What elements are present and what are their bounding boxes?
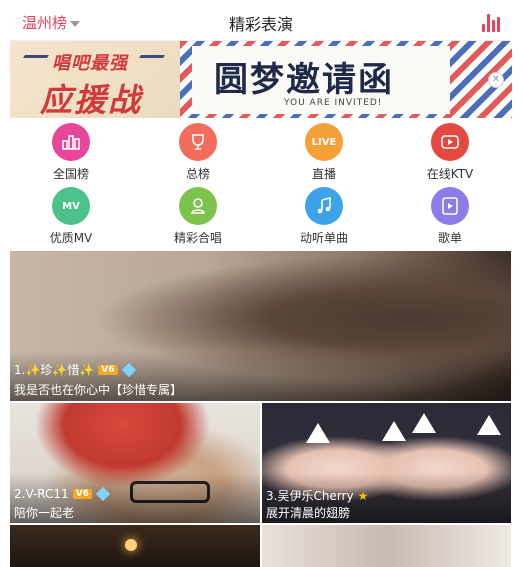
video-rank-label: 1.✨珍✨惜✨: [14, 363, 95, 377]
podium-icon: [52, 123, 90, 161]
vip-level-badge: V6: [72, 489, 92, 499]
video-rank-title: 1.✨珍✨惜✨ V6: [14, 361, 136, 378]
playlist-icon: [431, 187, 469, 225]
category-online-ktv[interactable]: 在线KTV: [405, 123, 495, 182]
category-quality-mv[interactable]: MV 优质MV: [26, 187, 116, 246]
category-playlist[interactable]: 歌单: [405, 187, 495, 246]
banner-card: 圆梦邀请函 YOU ARE INVITED!: [192, 46, 450, 114]
live-icon: LIVE: [305, 123, 343, 161]
mv-icon: MV: [52, 187, 90, 225]
category-label: 精彩合唱: [173, 231, 222, 245]
cat-ear-sticker: [412, 413, 436, 433]
category-total-chart[interactable]: 总榜: [153, 123, 243, 182]
video-description: 展开清晨的翅膀: [266, 506, 351, 520]
bar-chart-icon[interactable]: [482, 12, 504, 32]
banner-headline: 应援战: [40, 81, 143, 118]
close-icon[interactable]: ✕: [488, 72, 504, 88]
category-grid: 全国榜 总榜 LIVE 直播 在线KTV MV 优质MV 精彩合唱 动听单曲 歌…: [0, 118, 522, 250]
music-note-icon: [305, 187, 343, 225]
category-label: 在线KTV: [426, 167, 474, 181]
play-video-icon: [431, 123, 469, 161]
category-label: 全国榜: [52, 167, 89, 181]
category-single-songs[interactable]: 动听单曲: [279, 187, 369, 246]
cat-ear-sticker: [306, 423, 330, 443]
video-rank-title: 3.吴伊乐Cherry ★: [266, 487, 368, 504]
banner-sub-text: YOU ARE INVITED!: [284, 98, 383, 108]
category-duet[interactable]: 精彩合唱: [153, 187, 243, 246]
banner-envelope: 圆梦邀请函 YOU ARE INVITED!: [180, 41, 512, 118]
page-title: 精彩表演: [228, 15, 293, 34]
banner-decoration: [23, 55, 49, 58]
category-label: 直播: [311, 167, 336, 181]
banner-main-text: 圆梦邀请函: [214, 60, 394, 100]
diamond-icon: [121, 362, 136, 377]
trophy-icon: [179, 123, 217, 161]
category-national-chart[interactable]: 全国榜: [26, 123, 116, 182]
category-label: 总榜: [185, 167, 210, 181]
video-description: 陪你一起老: [14, 506, 75, 520]
video-rank-label: 3.吴伊乐Cherry: [266, 489, 354, 503]
cat-ear-sticker: [477, 415, 501, 435]
duet-icon: [179, 187, 217, 225]
promo-banner[interactable]: 唱吧最强 应援战 圆梦邀请函 YOU ARE INVITED! ✕: [10, 40, 512, 118]
video-rank-title: 2.V-RC11 V6: [14, 486, 110, 502]
video-tile[interactable]: [10, 525, 260, 567]
category-label: 优质MV: [49, 231, 93, 245]
banner-decoration: [139, 55, 165, 58]
video-thumbnail-detail: [125, 539, 137, 551]
video-tile[interactable]: 1.✨珍✨惜✨ V6 我是否也在你心中【珍惜专属】: [10, 251, 511, 401]
video-description: 我是否也在你心中【珍惜专属】: [14, 383, 183, 397]
category-label: 动听单曲: [299, 231, 348, 245]
top-bar: 温州榜 精彩表演: [0, 0, 522, 40]
video-tile[interactable]: 3.吴伊乐Cherry ★ 展开清晨的翅膀: [262, 403, 511, 523]
video-rank-label: 2.V-RC11: [14, 487, 69, 501]
vip-level-badge: V6: [98, 364, 118, 375]
category-label: 歌单: [437, 231, 462, 245]
cat-ear-sticker: [382, 421, 406, 441]
banner-left-panel: 唱吧最强 应援战: [10, 41, 180, 118]
diamond-icon: [95, 486, 110, 502]
category-live[interactable]: LIVE 直播: [279, 123, 369, 182]
banner-tagline: 唱吧最强: [52, 53, 128, 74]
video-tile[interactable]: 2.V-RC11 V6 陪你一起老: [10, 403, 260, 523]
star-icon: ★: [357, 488, 369, 503]
video-tile[interactable]: [262, 525, 511, 567]
